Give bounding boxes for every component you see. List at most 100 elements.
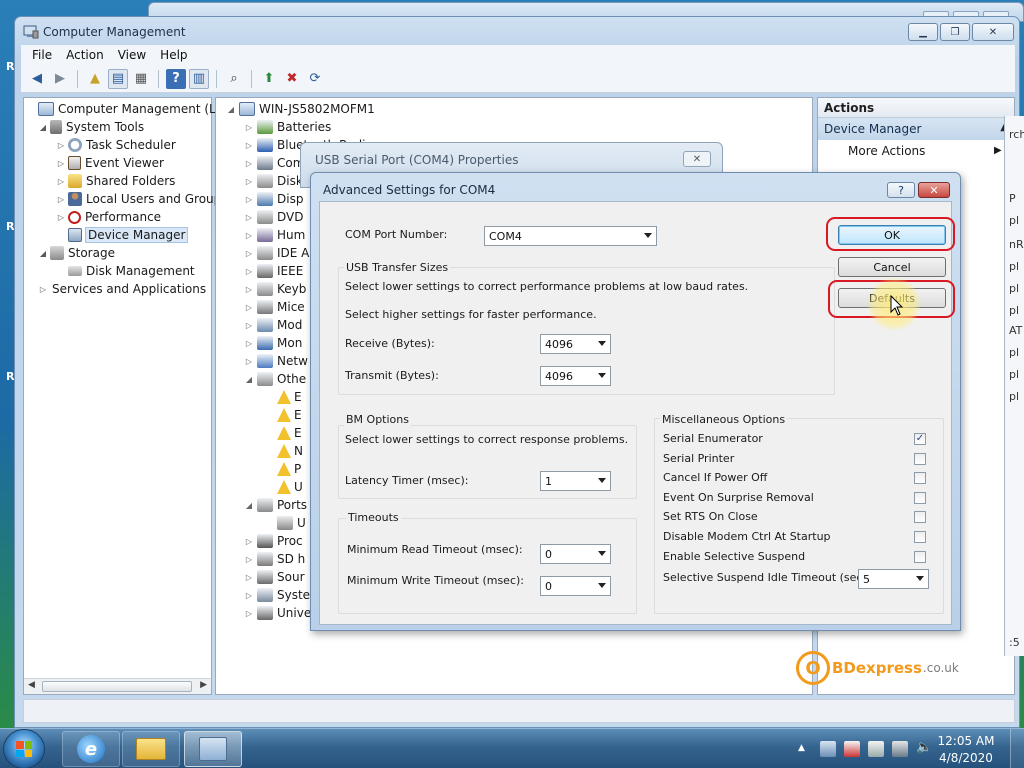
device-category[interactable]: ▷ Disp bbox=[244, 190, 303, 208]
up-folder-icon[interactable]: ▲ bbox=[85, 69, 105, 89]
tree-item-local-users-groups[interactable]: ▷ Local Users and Groups bbox=[56, 190, 228, 208]
volume-icon[interactable]: 🔈 bbox=[916, 740, 932, 756]
selective-suspend-timeout-select[interactable]: 5 bbox=[858, 569, 929, 589]
other-device-item[interactable]: E bbox=[274, 406, 302, 424]
collapse-arrow-icon[interactable]: ◢ bbox=[38, 249, 48, 258]
help-button[interactable]: ? bbox=[887, 182, 915, 198]
misc-option-checkbox[interactable] bbox=[914, 491, 926, 504]
com-port-select[interactable]: COM4 bbox=[484, 226, 657, 246]
expand-arrow-icon[interactable]: ▷ bbox=[244, 573, 254, 582]
expand-arrow-icon[interactable]: ▷ bbox=[244, 159, 254, 168]
expand-arrow-icon[interactable]: ▷ bbox=[244, 123, 254, 132]
help-icon[interactable]: ? bbox=[166, 68, 186, 89]
other-device-item[interactable]: E bbox=[274, 424, 302, 442]
expand-arrow-icon[interactable]: ▷ bbox=[244, 213, 254, 222]
misc-option-checkbox[interactable] bbox=[914, 550, 926, 563]
close-button[interactable]: ✕ bbox=[918, 182, 950, 198]
device-category[interactable]: ▷ Mod bbox=[244, 316, 302, 334]
device-category[interactable]: ◢ Othe bbox=[244, 370, 306, 388]
device-category[interactable]: ▷ Com bbox=[244, 154, 304, 172]
show-action-pane-icon[interactable]: ▥ bbox=[189, 68, 209, 89]
expand-arrow-icon[interactable]: ▷ bbox=[244, 321, 254, 330]
expand-arrow-icon[interactable]: ▷ bbox=[244, 285, 254, 294]
misc-option-checkbox[interactable] bbox=[914, 511, 926, 524]
tree-item-event-viewer[interactable]: ▷ Event Viewer bbox=[56, 154, 164, 172]
start-button[interactable] bbox=[4, 730, 44, 768]
other-device-item[interactable]: P bbox=[274, 460, 301, 478]
scroll-left-icon[interactable]: ◀ bbox=[28, 680, 35, 690]
misc-option-checkbox[interactable] bbox=[914, 472, 926, 485]
misc-option-checkbox[interactable] bbox=[914, 531, 926, 543]
expand-arrow-icon[interactable]: ▷ bbox=[244, 231, 254, 240]
taskbar-file-explorer[interactable] bbox=[122, 731, 180, 767]
expand-arrow-icon[interactable]: ▷ bbox=[244, 537, 254, 546]
port-device-item[interactable]: U bbox=[274, 514, 306, 532]
actions-section-device-manager[interactable]: Device Manager ▲ bbox=[818, 118, 1014, 140]
misc-option-checkbox[interactable]: ✓ bbox=[914, 433, 926, 445]
menu-action[interactable]: Action bbox=[59, 46, 111, 64]
menu-view[interactable]: View bbox=[111, 46, 153, 64]
device-category[interactable]: ▷ Keyb bbox=[244, 280, 306, 298]
expand-arrow-icon[interactable]: ▷ bbox=[244, 303, 254, 312]
other-device-item[interactable]: E bbox=[274, 388, 302, 406]
action-center-icon[interactable] bbox=[844, 741, 860, 757]
device-category[interactable]: ▷ Univer bbox=[244, 604, 316, 622]
scan-hardware-icon[interactable]: ⌕ bbox=[224, 69, 244, 89]
device-category[interactable]: ▷ Disk bbox=[244, 172, 303, 190]
show-hide-tree-icon[interactable]: ▤ bbox=[108, 68, 128, 89]
device-category[interactable]: ▷ Sour bbox=[244, 568, 305, 586]
device-root[interactable]: ◢ WIN-JS5802MOFM1 bbox=[226, 100, 375, 118]
ok-button[interactable]: OK bbox=[838, 225, 946, 245]
update-driver-icon[interactable]: ⬆ bbox=[259, 69, 279, 89]
expand-arrow-icon[interactable]: ▷ bbox=[56, 195, 66, 204]
minimize-button[interactable]: ▁ bbox=[908, 23, 938, 41]
uninstall-device-icon[interactable]: ✖ bbox=[282, 69, 302, 89]
expand-arrow-icon[interactable]: ▷ bbox=[56, 213, 66, 222]
device-category[interactable]: ▷ IDE A bbox=[244, 244, 309, 262]
tree-item-storage[interactable]: ◢ Storage bbox=[38, 244, 115, 262]
latency-select[interactable]: 1 bbox=[540, 471, 611, 491]
expand-arrow-icon[interactable]: ▷ bbox=[244, 357, 254, 366]
expand-arrow-icon[interactable]: ▷ bbox=[244, 267, 254, 276]
usb-device-icon[interactable] bbox=[868, 741, 884, 757]
min-write-timeout-select[interactable]: 0 bbox=[540, 576, 611, 596]
min-read-timeout-select[interactable]: 0 bbox=[540, 544, 611, 564]
taskbar-internet-explorer[interactable]: e bbox=[62, 731, 120, 767]
device-category[interactable]: ▷ Hum bbox=[244, 226, 305, 244]
tree-item-device-manager[interactable]: Device Manager bbox=[56, 226, 189, 244]
close-button[interactable]: ✕ bbox=[972, 23, 1014, 41]
expand-arrow-icon[interactable]: ▷ bbox=[38, 285, 48, 294]
forward-arrow-icon[interactable]: ▶ bbox=[50, 69, 70, 89]
close-button[interactable]: ✕ bbox=[683, 151, 711, 167]
expand-arrow-icon[interactable]: ▷ bbox=[244, 177, 254, 186]
device-category[interactable]: ▷ IEEE bbox=[244, 262, 303, 280]
expand-arrow-icon[interactable]: ▷ bbox=[56, 159, 66, 168]
enable-device-icon[interactable]: ⟳ bbox=[305, 69, 325, 89]
scroll-right-icon[interactable]: ▶ bbox=[200, 680, 207, 690]
expand-arrow-icon[interactable]: ▷ bbox=[56, 141, 66, 150]
more-actions-link[interactable]: More Actions bbox=[848, 144, 925, 158]
tree-item-computer-management[interactable]: Computer Management (Local bbox=[26, 100, 240, 118]
expand-arrow-icon[interactable]: ▷ bbox=[244, 609, 254, 618]
menu-help[interactable]: Help bbox=[153, 46, 194, 64]
expand-arrow-icon[interactable]: ▷ bbox=[244, 195, 254, 204]
tree-item-system-tools[interactable]: ◢ System Tools bbox=[38, 118, 144, 136]
scrollbar-thumb[interactable] bbox=[42, 681, 192, 692]
other-device-item[interactable]: U bbox=[274, 478, 303, 496]
properties-icon[interactable]: ▦ bbox=[131, 69, 151, 89]
misc-option-checkbox[interactable] bbox=[914, 452, 926, 465]
tree-item-shared-folders[interactable]: ▷ Shared Folders bbox=[56, 172, 175, 190]
expand-arrow-icon[interactable]: ▷ bbox=[56, 177, 66, 186]
device-category[interactable]: ▷ Mice bbox=[244, 298, 305, 316]
show-desktop-button[interactable] bbox=[1010, 729, 1024, 768]
device-category[interactable]: ▷ Syste bbox=[244, 586, 310, 604]
tree-item-task-scheduler[interactable]: ▷ Task Scheduler bbox=[56, 136, 176, 154]
other-device-item[interactable]: N bbox=[274, 442, 303, 460]
device-category[interactable]: ▷ SD h bbox=[244, 550, 305, 568]
clock-time[interactable]: 12:05 AM bbox=[936, 734, 996, 748]
device-category[interactable]: ▷ Batteries bbox=[244, 118, 331, 136]
device-category[interactable]: ▷ DVD bbox=[244, 208, 303, 226]
window-titlebar[interactable]: Computer Management ▁ ❐ ✕ bbox=[15, 17, 1019, 47]
collapse-arrow-icon[interactable]: ◢ bbox=[244, 501, 254, 510]
expand-arrow-icon[interactable]: ▷ bbox=[244, 339, 254, 348]
